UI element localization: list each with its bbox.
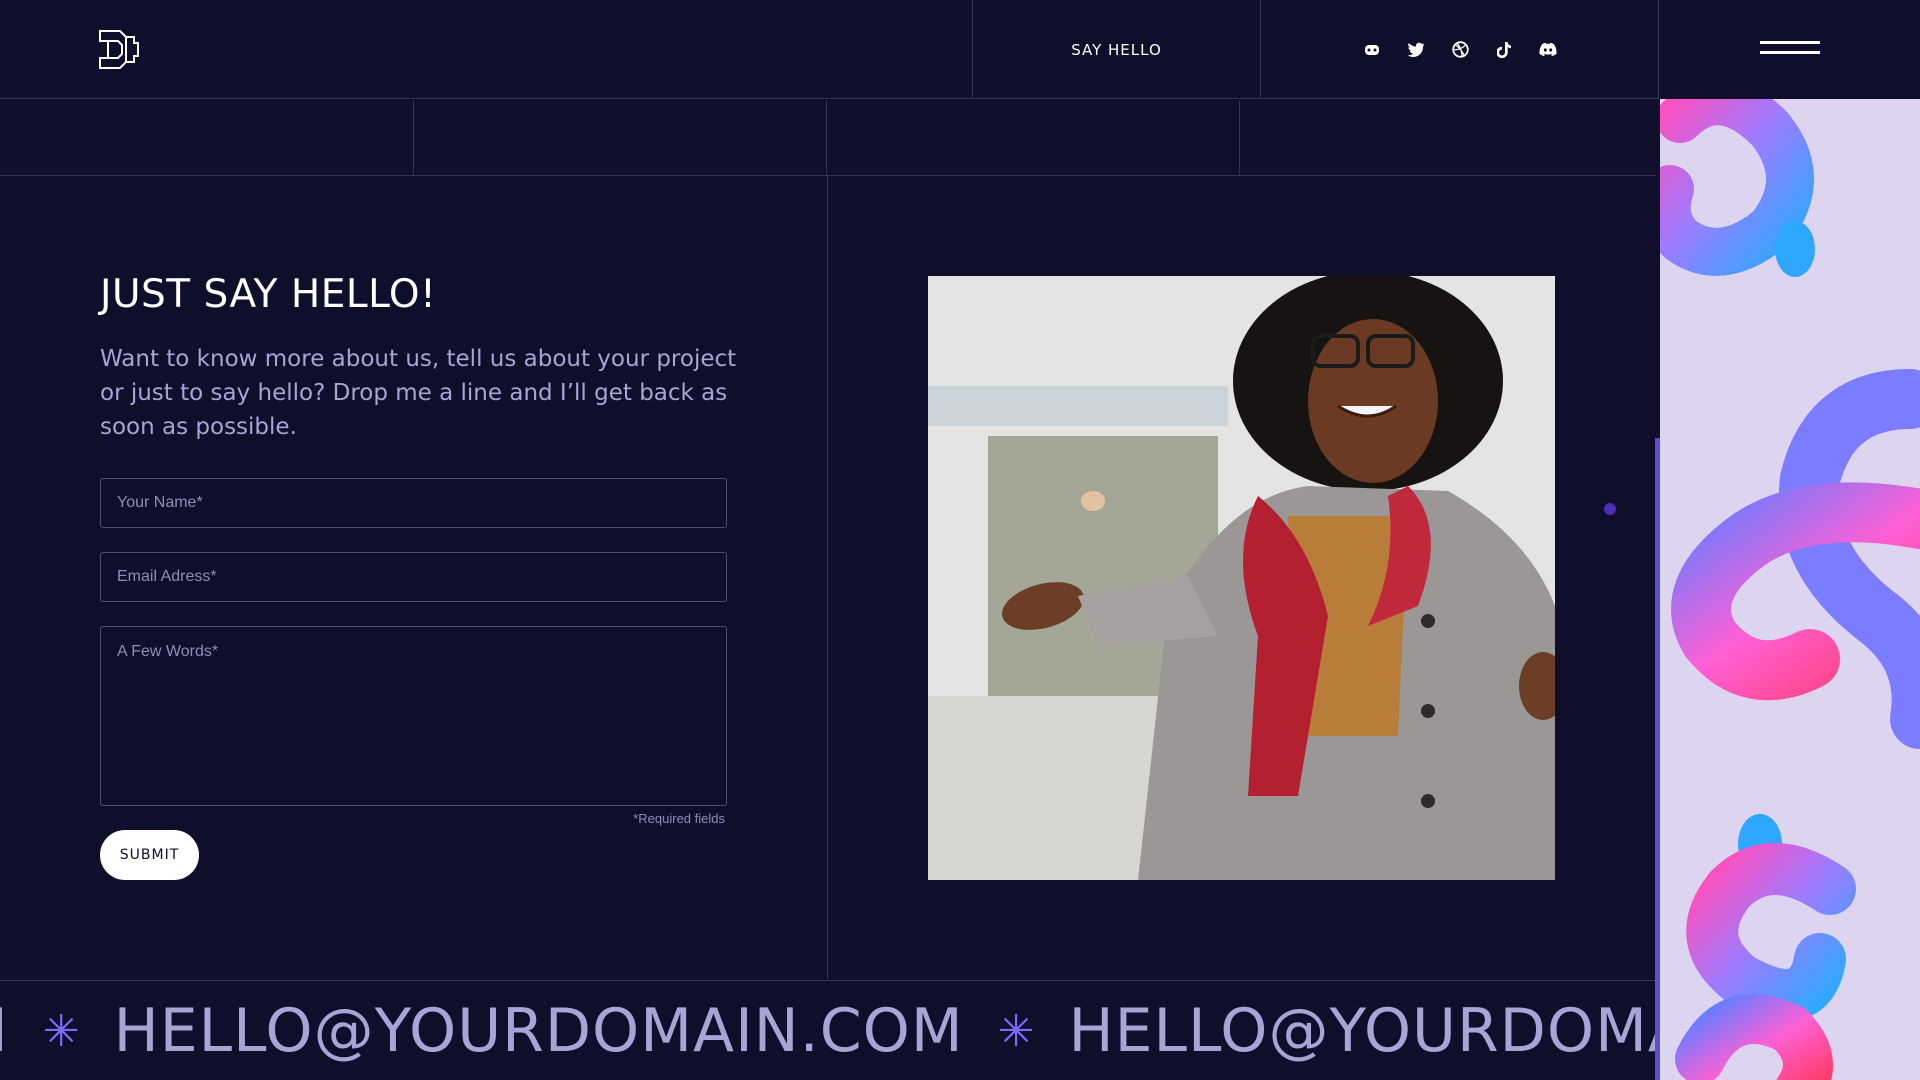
tiktok-icon[interactable] bbox=[1495, 41, 1513, 59]
logo-icon[interactable] bbox=[98, 28, 142, 70]
slider-dot[interactable] bbox=[1604, 503, 1616, 515]
marquee-email[interactable]: HELLO@YOURDOMA bbox=[1068, 996, 1656, 1066]
required-fields-note: *Required fields bbox=[633, 811, 725, 826]
hamburger-icon[interactable] bbox=[1760, 40, 1820, 60]
marquee-email[interactable]: HELLO@YOURDOMAIN.COM bbox=[114, 996, 964, 1066]
woman-photo-illustration bbox=[928, 276, 1555, 880]
content-divider bbox=[827, 176, 828, 980]
discord-icon[interactable] bbox=[1539, 41, 1557, 59]
social-links bbox=[1262, 0, 1659, 99]
message-textarea[interactable] bbox=[100, 626, 727, 806]
grid-cell bbox=[414, 100, 827, 176]
grid-cell bbox=[0, 100, 414, 176]
gamepad-icon[interactable] bbox=[1363, 41, 1381, 59]
email-marquee: M ✳ HELLO@YOURDOMAIN.COM ✳ HELLO@YOURDOM… bbox=[0, 980, 1656, 1080]
contact-photo bbox=[928, 276, 1555, 880]
grid-cell bbox=[827, 100, 1240, 176]
abstract-shapes-illustration bbox=[1660, 99, 1920, 1080]
page-title: JUST SAY HELLO! bbox=[100, 272, 437, 317]
grid-strip bbox=[0, 100, 1656, 176]
menu-cell bbox=[1660, 0, 1920, 99]
say-hello-link[interactable]: SAY HELLO bbox=[1071, 41, 1162, 59]
twitter-icon[interactable] bbox=[1407, 41, 1425, 59]
submit-button[interactable]: SUBMIT bbox=[100, 830, 199, 880]
intro-text: Want to know more about us, tell us abou… bbox=[100, 346, 737, 440]
asterisk-icon: ✳ bbox=[42, 1005, 80, 1057]
marquee-text: M bbox=[0, 996, 9, 1066]
marquee-track: M ✳ HELLO@YOURDOMAIN.COM ✳ HELLO@YOURDOM… bbox=[0, 981, 1656, 1080]
name-input[interactable] bbox=[100, 478, 727, 528]
asterisk-icon: ✳ bbox=[997, 1005, 1035, 1057]
dribbble-icon[interactable] bbox=[1451, 41, 1469, 59]
email-input[interactable] bbox=[100, 552, 727, 602]
say-hello-cell: SAY HELLO bbox=[972, 0, 1261, 99]
decorative-panel bbox=[1660, 99, 1920, 1080]
